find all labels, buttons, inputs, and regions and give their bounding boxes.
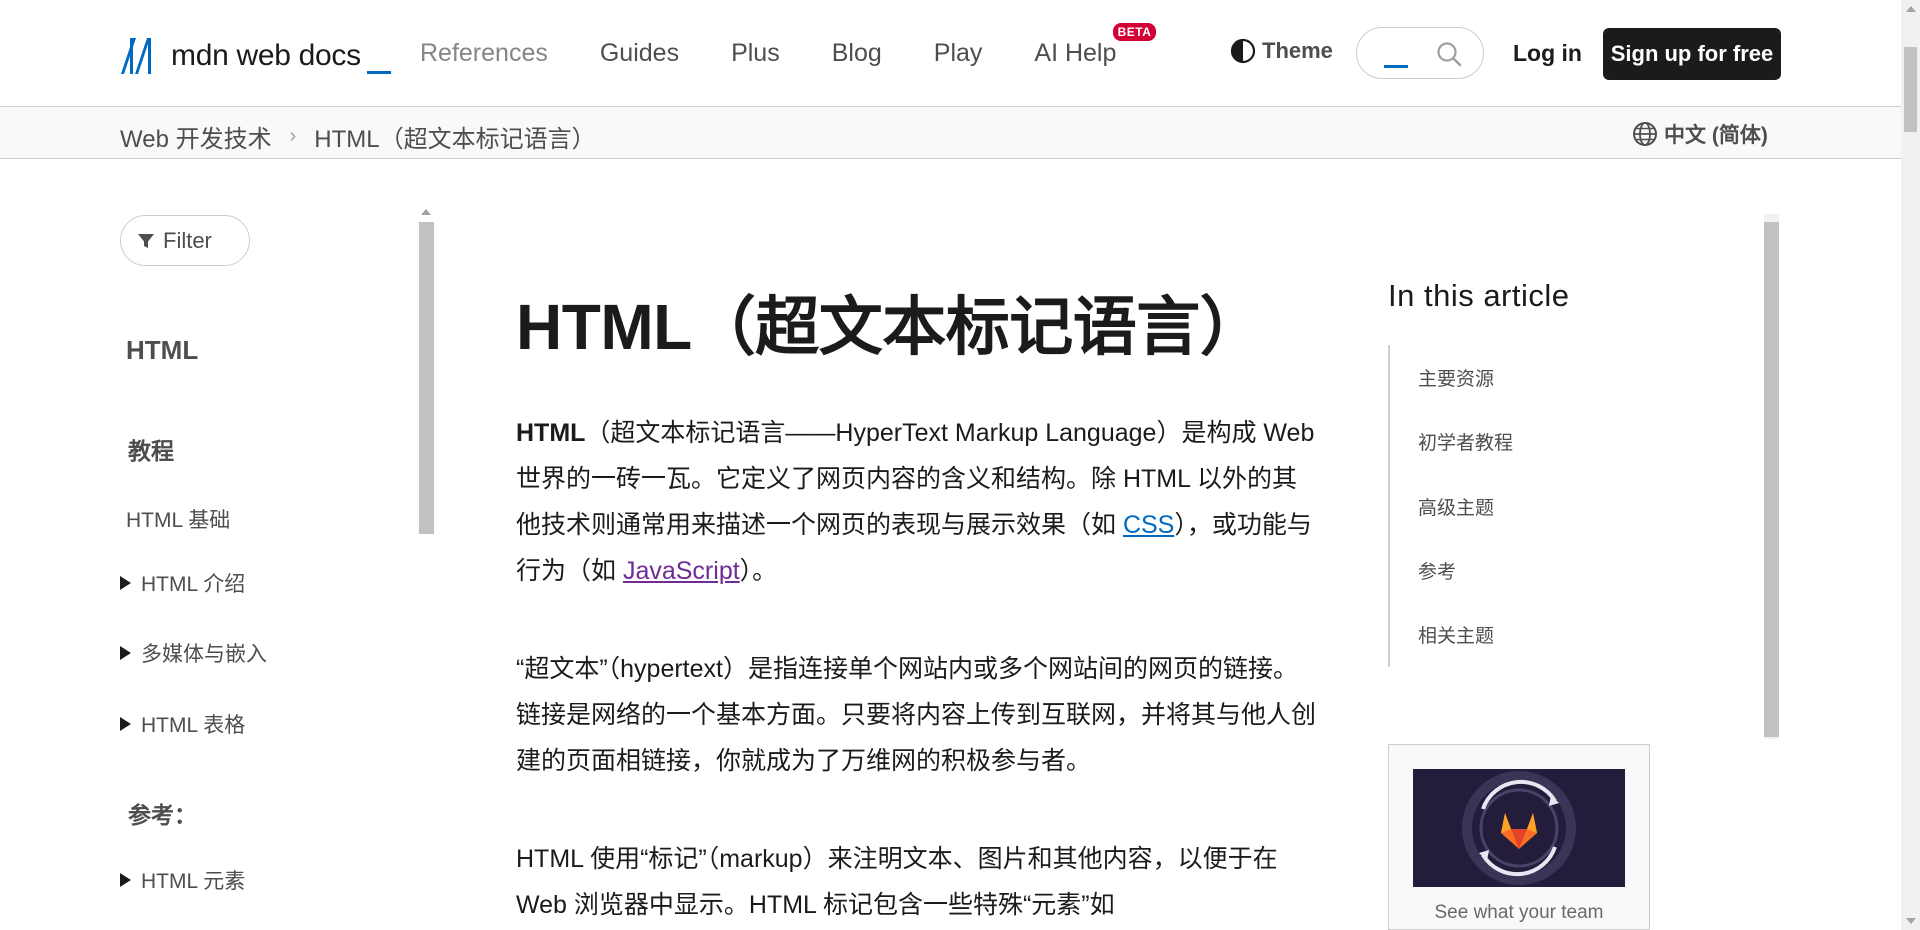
javascript-link[interactable]: JavaScript [623,557,740,585]
toc-item-beginner-tutorials[interactable]: 初学者教程 [1418,428,1513,455]
mdn-logo[interactable]: mdn web docs [119,36,391,76]
toc-scrollbar-thumb[interactable] [1764,222,1779,737]
breadcrumb-web-tech[interactable]: Web 开发技术 [120,119,272,154]
language-label: 中文 (简体) [1664,124,1768,147]
sidebar-item-html-elements[interactable]: HTML 元素 [120,865,245,895]
sidebar-title: HTML [126,335,199,365]
sidebar-item-html-basics[interactable]: HTML 基础 [126,504,230,534]
expand-triangle-icon [120,576,131,590]
window-scrollbar[interactable] [1901,0,1920,930]
sidebar-heading-reference: 参考： [128,802,197,828]
login-link[interactable]: Log in [1513,40,1582,67]
nav-play[interactable]: Play [934,39,983,68]
sidebar-scrollbar-thumb[interactable] [419,222,434,534]
window-scrollbar-thumb[interactable] [1904,47,1917,132]
nav-ai-help-label: AI Help [1034,38,1117,67]
breadcrumb-html[interactable]: HTML（超文本标记语言） [314,119,595,154]
sidebar-item-multimedia[interactable]: 多媒体与嵌入 [120,638,267,668]
toc-item-reference[interactable]: 参考 [1418,557,1456,584]
toc-item-advanced-topics[interactable]: 高级主题 [1418,493,1494,520]
breadcrumb: Web 开发技术 › HTML（超文本标记语言） [120,119,596,154]
nav-plus[interactable]: Plus [731,39,780,68]
css-link[interactable]: CSS [1123,511,1174,539]
theme-contrast-icon [1230,38,1256,64]
search-input[interactable] [1356,27,1484,79]
nav-references[interactable]: References [420,39,548,68]
nav-ai-help[interactable]: AI Help BETA [1034,22,1157,68]
gitlab-logo-icon [1462,771,1576,885]
window-scroll-down-arrow-icon[interactable] [1906,918,1916,924]
intro-bold-term: HTML [516,419,586,447]
hypertext-paragraph: “超文本”（hypertext）是指连接单个网站内或多个网站间的网页的链接。链接… [516,655,1317,775]
filter-label: Filter [163,227,212,253]
sidebar-item-html-intro[interactable]: HTML 介绍 [120,568,245,598]
breadcrumb-bar: Web 开发技术 › HTML（超文本标记语言） 中文 (简体) [0,107,1920,159]
window-scroll-up-arrow-icon[interactable] [1906,6,1916,12]
sidebar-item-label: HTML 介绍 [141,573,246,596]
search-text-cursor [1384,65,1408,68]
main-nav: References Guides Plus Blog Play AI Help… [420,0,1168,106]
theme-switcher-button[interactable]: Theme [1230,38,1333,64]
toc-item-main-resources[interactable]: 主要资源 [1418,364,1494,391]
expand-triangle-icon [120,717,131,731]
filter-funnel-icon [138,233,154,248]
nav-blog[interactable]: Blog [832,39,882,68]
sidebar-item-label: HTML 表格 [141,714,246,737]
ad-text: See what your team [1434,902,1604,923]
sponsor-ad[interactable]: See what your team [1388,744,1650,930]
toc-item-related-topics[interactable]: 相关主题 [1418,621,1494,648]
sidebar-heading-tutorials: 教程 [128,438,174,464]
theme-label: Theme [1262,38,1333,63]
expand-triangle-icon [120,873,131,887]
top-navigation-bar: mdn web docs References Guides Plus Blog… [0,0,1920,107]
nav-guides[interactable]: Guides [600,39,679,68]
sidebar-item-html-tables[interactable]: HTML 表格 [120,709,245,739]
mdn-logo-icon [121,38,151,74]
sidebar-filter-button[interactable]: Filter [120,215,250,266]
sidebar-item-label: 多媒体与嵌入 [141,643,267,666]
logo-text: mdn web docs [171,39,361,72]
page-title: HTML（超文本标记语言） [516,291,1264,363]
logo-cursor [366,71,391,74]
sidebar-item-label: HTML 元素 [141,870,246,893]
globe-icon [1633,122,1657,146]
toc-divider [1388,345,1390,667]
signup-button[interactable]: Sign up for free [1603,28,1781,80]
markup-paragraph: HTML 使用“标记”（markup）来注明文本、图片和其他内容，以便于在 We… [516,845,1278,919]
breadcrumb-separator: › [289,125,297,147]
toc-title: In this article [1388,278,1570,313]
intro-paragraph: HTML（超文本标记语言——HyperText Markup Language）… [516,410,1316,594]
ad-image [1413,769,1625,887]
intro-text-c: ）。 [739,557,778,585]
search-icon[interactable] [1435,40,1463,68]
beta-badge: BETA [1112,22,1157,41]
expand-triangle-icon [120,646,131,660]
language-switcher[interactable]: 中文 (简体) [1632,119,1768,149]
sidebar-scroll-up-arrow-icon[interactable] [421,209,431,215]
